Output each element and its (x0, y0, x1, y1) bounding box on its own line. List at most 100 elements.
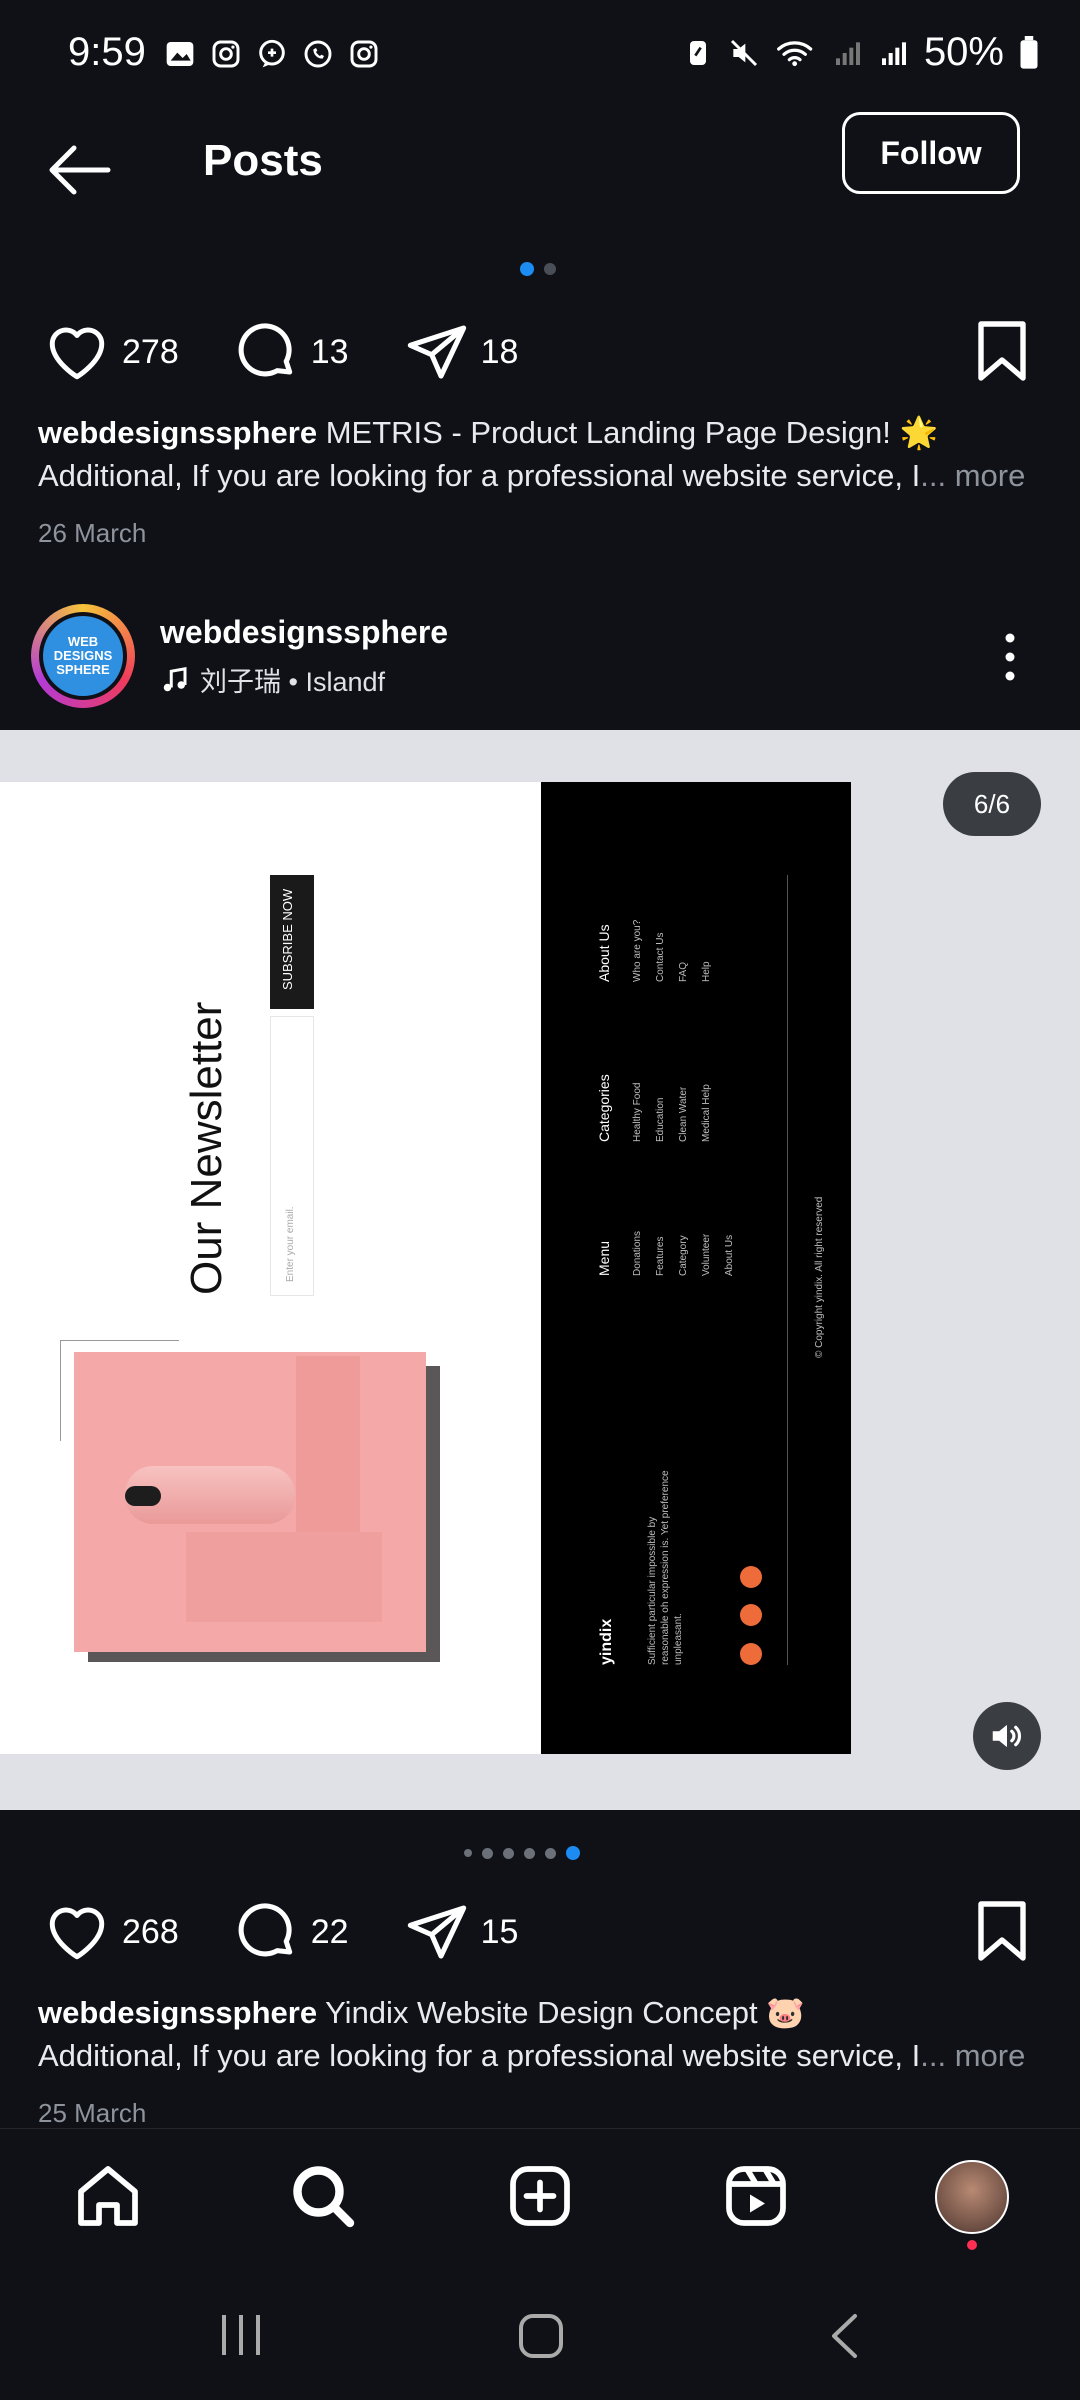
bookmark-button[interactable] (970, 318, 1034, 389)
carousel-dot (524, 1847, 535, 1859)
heart-icon[interactable] (44, 321, 110, 383)
like-count[interactable]: 268 (122, 1913, 179, 1952)
post-username[interactable]: webdesignssphere (160, 614, 448, 651)
footer-menu-item: Donations (632, 1230, 643, 1276)
carousel-dots (520, 262, 556, 276)
bookmark-icon (978, 1901, 1026, 1961)
share-count[interactable]: 15 (481, 1913, 519, 1952)
carousel-dot-active (566, 1846, 580, 1860)
comment-count[interactable]: 13 (311, 333, 349, 372)
bookmark-button[interactable] (970, 1898, 1034, 1969)
carousel-dot (464, 1849, 472, 1857)
avatar[interactable]: WEB DESIGNS SPHERE (31, 604, 135, 708)
footer-about-item: Contact Us (655, 932, 666, 982)
instagram-icon (350, 40, 378, 68)
heart-icon[interactable] (44, 1901, 110, 1963)
post-actions: 278 13 18 (44, 312, 562, 392)
footer-category-item: Medical Help (701, 1084, 712, 1142)
instagram-icon (212, 40, 240, 68)
newsletter-title: Our Newsletter (182, 1001, 231, 1295)
back-button[interactable] (44, 140, 114, 205)
more-link[interactable]: ... more (920, 458, 1025, 493)
post-date: 25 March (38, 2098, 147, 2128)
footer-menu-item: About Us (724, 1234, 735, 1276)
music-info[interactable]: 刘子瑞 • Islandf (160, 660, 385, 699)
comment-count[interactable]: 22 (311, 1913, 349, 1952)
avatar-logo: WEB DESIGNS SPHERE (43, 616, 123, 696)
email-placeholder: Enter your email. (285, 1206, 296, 1282)
nav-reels-button[interactable] (720, 2160, 792, 2237)
notification-icons (164, 38, 380, 70)
recent-apps-button[interactable] (218, 2313, 264, 2362)
volume-icon (992, 1724, 1022, 1748)
caption-text: Additional, If you are looking for a pro… (38, 2038, 921, 2073)
caption-text: Yindix Website Design Concept 🐷 (325, 1995, 805, 2030)
more-options-button[interactable] (1000, 632, 1020, 687)
image-counter: 6/6 (943, 772, 1041, 836)
home-square-icon (519, 2314, 563, 2358)
carousel-dot (544, 263, 556, 275)
mute-icon (730, 39, 757, 66)
nav-profile-avatar[interactable] (935, 2160, 1009, 2234)
reels-icon (726, 2166, 786, 2226)
nav-create-button[interactable] (504, 2160, 576, 2237)
bookmark-icon (978, 321, 1026, 381)
create-icon (510, 2166, 570, 2226)
caption-text: METRIS - Product Landing Page Design! 🌟 (325, 415, 939, 450)
subscribe-label: SUBSRIBE NOW (280, 888, 295, 990)
caption-username[interactable]: webdesignssphere (38, 1995, 317, 2030)
carousel-dot (482, 1847, 493, 1859)
footer-category-item: Clean Water (678, 1086, 689, 1142)
nav-divider (0, 2128, 1080, 2129)
nav-search-button[interactable] (287, 2160, 359, 2237)
follow-button[interactable]: Follow (842, 112, 1020, 194)
more-link[interactable]: ... more (920, 2038, 1025, 2073)
footer-category-item: Education (655, 1097, 666, 1142)
threads-icon (259, 39, 285, 68)
recent-apps-icon (222, 2315, 260, 2355)
signal-icon (881, 41, 906, 65)
whatsapp-icon (304, 40, 332, 68)
footer-copyright: © Copyright yindix. All right reserved (814, 1196, 825, 1358)
battery-percent: 50% (923, 30, 1004, 74)
sound-toggle-button[interactable] (973, 1702, 1041, 1770)
footer-about-item: Who are you? (632, 919, 643, 982)
home-system-button[interactable] (518, 2313, 564, 2364)
post-caption: webdesignssphere METRIS - Product Landin… (38, 411, 1048, 497)
status-time: 9:59 (68, 30, 146, 74)
share-icon[interactable] (405, 320, 469, 384)
footer-tagline: Sufficient particular impossible by reas… (647, 1470, 684, 1665)
footer-menu-title: Menu (596, 1240, 612, 1276)
footer-about-item: FAQ (678, 961, 689, 982)
system-status: 50% (682, 30, 1040, 75)
carousel-dot (545, 1847, 556, 1859)
notification-dot (967, 2240, 977, 2250)
share-icon[interactable] (405, 1900, 469, 1964)
more-vertical-icon (1005, 633, 1015, 681)
back-arrow-icon (49, 145, 111, 195)
post-caption: webdesignssphere Yindix Website Design C… (38, 1991, 1048, 2077)
footer-menu-item: Category (678, 1235, 689, 1276)
nav-home-button[interactable] (72, 2160, 144, 2237)
social-icon (740, 1643, 762, 1665)
signal-icon (835, 41, 860, 65)
share-count[interactable]: 18 (481, 333, 519, 372)
caption-username[interactable]: webdesignssphere (38, 415, 317, 450)
footer-divider (787, 875, 788, 1665)
footer-brand: yindix (598, 1618, 615, 1665)
product-box (296, 1356, 360, 1552)
back-system-button[interactable] (828, 2313, 860, 2364)
caption-text: Additional, If you are looking for a pro… (38, 458, 921, 493)
gallery-icon (166, 42, 194, 66)
footer-about-item: Help (701, 961, 712, 982)
footer-menu-item: Volunteer (701, 1233, 712, 1276)
product-box (186, 1532, 382, 1622)
comment-icon[interactable] (235, 1900, 299, 1964)
comment-icon[interactable] (235, 320, 299, 384)
social-icon (740, 1604, 762, 1626)
like-count[interactable]: 278 (122, 333, 179, 372)
music-note-icon (163, 666, 187, 691)
music-text: 刘子瑞 • Islandf (200, 667, 386, 697)
carousel-dot-active (520, 262, 534, 276)
footer-categories-title: Categories (596, 1074, 612, 1142)
